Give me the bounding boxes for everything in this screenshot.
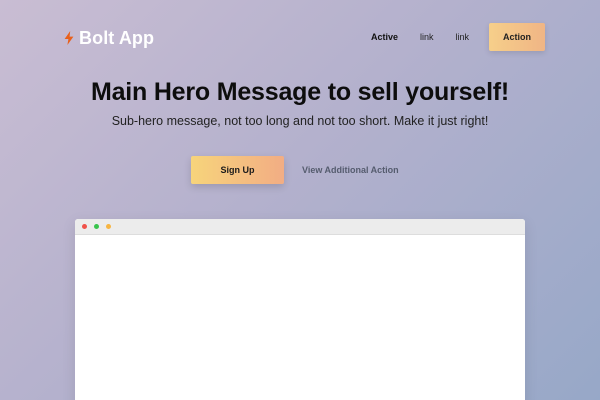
close-dot (82, 224, 87, 229)
view-additional-action-link[interactable]: View Additional Action (302, 165, 399, 175)
sign-up-button[interactable]: Sign Up (191, 156, 284, 184)
lightning-bolt-icon (64, 31, 74, 45)
navbar: Bolt App Active link link Action (0, 0, 600, 76)
brand-name: Bolt App (79, 27, 155, 48)
nav-links: Active link link Action (371, 23, 545, 51)
preview-titlebar (75, 219, 525, 235)
minimize-dot (106, 224, 111, 229)
nav-link-1[interactable]: link (420, 32, 434, 42)
cta-row: Sign Up View Additional Action (191, 156, 399, 184)
hero-title: Main Hero Message to sell yourself! (90, 78, 510, 106)
app-preview-window (75, 219, 525, 400)
nav-action-button[interactable]: Action (489, 23, 545, 51)
nav-link-active[interactable]: Active (371, 32, 398, 42)
maximize-dot (94, 224, 99, 229)
brand-logo[interactable]: Bolt App (64, 26, 154, 50)
nav-link-2[interactable]: link (455, 32, 469, 42)
hero-subtitle: Sub-hero message, not too long and not t… (111, 114, 489, 128)
